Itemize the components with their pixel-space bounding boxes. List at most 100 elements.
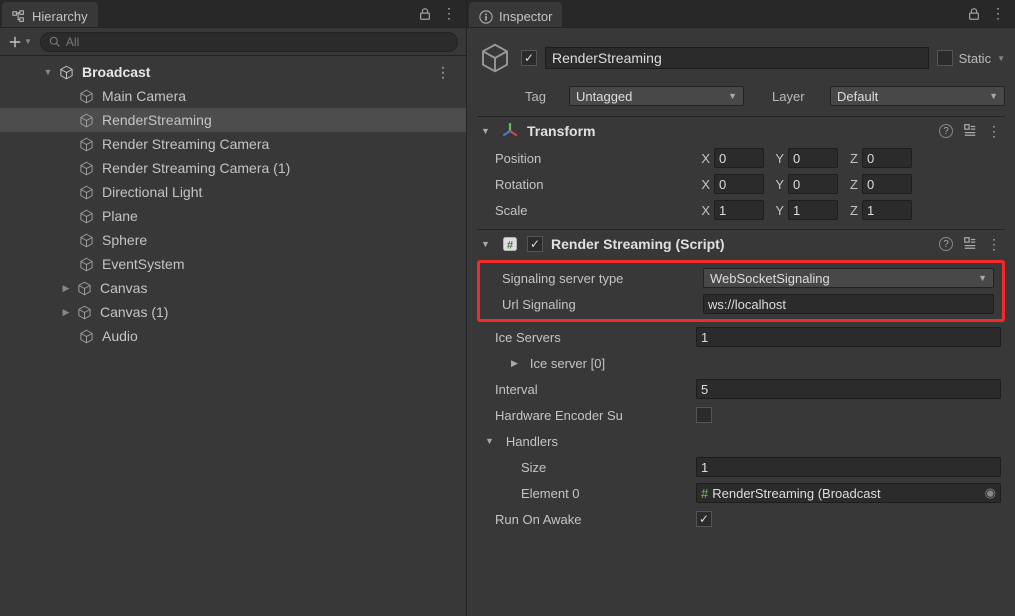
component-menu-icon[interactable]: ⋮ (987, 123, 1001, 140)
layer-label: Layer (772, 89, 822, 104)
hierarchy-item[interactable]: Render Streaming Camera (1) (0, 156, 466, 180)
lock-icon[interactable] (967, 7, 981, 21)
inspector-tab[interactable]: Inspector (469, 2, 562, 27)
chevron-right-icon[interactable]: ▶ (60, 283, 72, 294)
inspector-tab-bar: Inspector ⋮ (467, 0, 1015, 28)
create-button[interactable]: ▼ (8, 35, 32, 49)
hierarchy-item[interactable]: Render Streaming Camera (0, 132, 466, 156)
hierarchy-item[interactable]: Sphere (0, 228, 466, 252)
render-streaming-title: Render Streaming (Script) (551, 236, 931, 252)
url-signaling-field[interactable] (703, 294, 994, 314)
hierarchy-tab-bar: Hierarchy ⋮ (0, 0, 466, 28)
signaling-type-dropdown[interactable]: WebSocketSignaling▼ (703, 268, 994, 288)
handlers-size-field[interactable] (696, 457, 1001, 477)
component-menu-icon[interactable]: ⋮ (987, 236, 1001, 253)
help-icon[interactable]: ? (939, 237, 953, 251)
object-name-field[interactable] (545, 47, 929, 69)
search-placeholder: All (66, 35, 79, 49)
static-checkbox[interactable] (937, 50, 953, 66)
render-streaming-component: ▼ # ✓ Render Streaming (Script) ? ⋮ Sign… (477, 229, 1005, 532)
scl-x-field[interactable] (714, 200, 764, 220)
gameobject-icon (76, 304, 92, 320)
hierarchy-item[interactable]: Plane (0, 204, 466, 228)
hierarchy-item-label: Main Camera (102, 88, 186, 104)
handlers-el0-field[interactable]: #RenderStreaming (Broadcast◉ (696, 483, 1001, 503)
enabled-checkbox[interactable]: ✓ (521, 50, 537, 66)
component-enabled-checkbox[interactable]: ✓ (527, 236, 543, 252)
gameobject-icon (78, 232, 94, 248)
hierarchy-item-label: Canvas (100, 280, 147, 296)
scl-z-field[interactable] (862, 200, 912, 220)
object-picker-icon[interactable]: ◉ (985, 485, 996, 501)
gameobject-icon (78, 184, 94, 200)
hierarchy-root[interactable]: ▼ Broadcast ⋮ (0, 60, 466, 84)
panel-menu-icon[interactable]: ⋮ (442, 7, 456, 21)
hierarchy-item-label: Render Streaming Camera (102, 136, 269, 152)
help-icon[interactable]: ? (939, 124, 953, 138)
lock-icon[interactable] (418, 7, 432, 21)
static-toggle[interactable]: Static ▼ (937, 50, 1005, 66)
gameobject-icon (78, 136, 94, 152)
inspector-panel: Inspector ⋮ ✓ Static ▼ Tag Untagged▼ Lay… (467, 0, 1015, 616)
tag-dropdown[interactable]: Untagged▼ (569, 86, 744, 106)
script-icon: # (501, 235, 519, 253)
rot-y-field[interactable] (788, 174, 838, 194)
gameobject-icon (78, 208, 94, 224)
interval-field[interactable] (696, 379, 1001, 399)
hierarchy-item-label: EventSystem (102, 256, 184, 272)
gameobject-icon (76, 280, 92, 296)
transform-icon (501, 122, 519, 140)
scl-y-field[interactable] (788, 200, 838, 220)
hierarchy-item-label: Plane (102, 208, 138, 224)
info-icon (479, 10, 493, 24)
chevron-down-icon[interactable]: ▼ (42, 67, 54, 77)
gameobject-icon (78, 160, 94, 176)
scene-menu-icon[interactable]: ⋮ (436, 64, 456, 81)
run-on-awake-checkbox[interactable]: ✓ (696, 511, 712, 527)
hierarchy-item[interactable]: ▶ Canvas (1) (0, 300, 466, 324)
hierarchy-item[interactable]: EventSystem (0, 252, 466, 276)
rot-x-field[interactable] (714, 174, 764, 194)
handlers-expand[interactable]: ▼ (485, 436, 494, 446)
hierarchy-item[interactable]: Directional Light (0, 180, 466, 204)
gameobject-icon (78, 328, 94, 344)
hw-encoder-checkbox[interactable] (696, 407, 712, 423)
inspector-tab-label: Inspector (499, 9, 552, 24)
transform-title: Transform (527, 123, 931, 139)
static-label: Static (959, 51, 992, 66)
hierarchy-item-label: Directional Light (102, 184, 202, 200)
root-label: Broadcast (82, 64, 150, 80)
transform-component: ▼ Transform ? ⋮ PositionXYZ RotationXYZ … (477, 116, 1005, 223)
chevron-right-icon[interactable]: ▶ (60, 307, 72, 318)
panel-menu-icon[interactable]: ⋮ (991, 7, 1005, 21)
scene-icon (58, 64, 74, 80)
rot-z-field[interactable] (862, 174, 912, 194)
svg-text:#: # (507, 240, 514, 252)
hierarchy-tab[interactable]: Hierarchy (2, 2, 98, 27)
ice-server-expand[interactable]: ▶ (511, 358, 518, 369)
hierarchy-item[interactable]: Audio (0, 324, 466, 348)
hierarchy-tab-label: Hierarchy (32, 9, 88, 24)
hierarchy-item-label: RenderStreaming (102, 112, 212, 128)
hierarchy-icon (12, 10, 26, 24)
hierarchy-item-label: Canvas (1) (100, 304, 168, 320)
pos-x-field[interactable] (714, 148, 764, 168)
preset-icon[interactable] (963, 236, 977, 253)
preset-icon[interactable] (963, 123, 977, 140)
gameobject-icon[interactable] (477, 40, 513, 76)
ice-servers-field[interactable] (696, 327, 1001, 347)
hierarchy-item[interactable]: Main Camera (0, 84, 466, 108)
pos-y-field[interactable] (788, 148, 838, 168)
layer-dropdown[interactable]: Default▼ (830, 86, 1005, 106)
hierarchy-search[interactable]: All (40, 32, 458, 52)
chevron-down-icon[interactable]: ▼ (481, 239, 493, 249)
object-header: ✓ Static ▼ (477, 34, 1005, 80)
hierarchy-tree: ▼ Broadcast ⋮ Main Camera RenderStreaming… (0, 56, 466, 352)
hierarchy-item[interactable]: ▶ Canvas (0, 276, 466, 300)
chevron-down-icon[interactable]: ▼ (481, 126, 493, 136)
hierarchy-item[interactable]: RenderStreaming (0, 108, 466, 132)
hierarchy-toolbar: ▼ All (0, 28, 466, 56)
highlight-box: Signaling server typeWebSocketSignaling▼… (477, 260, 1005, 322)
pos-z-field[interactable] (862, 148, 912, 168)
gameobject-icon (78, 256, 94, 272)
